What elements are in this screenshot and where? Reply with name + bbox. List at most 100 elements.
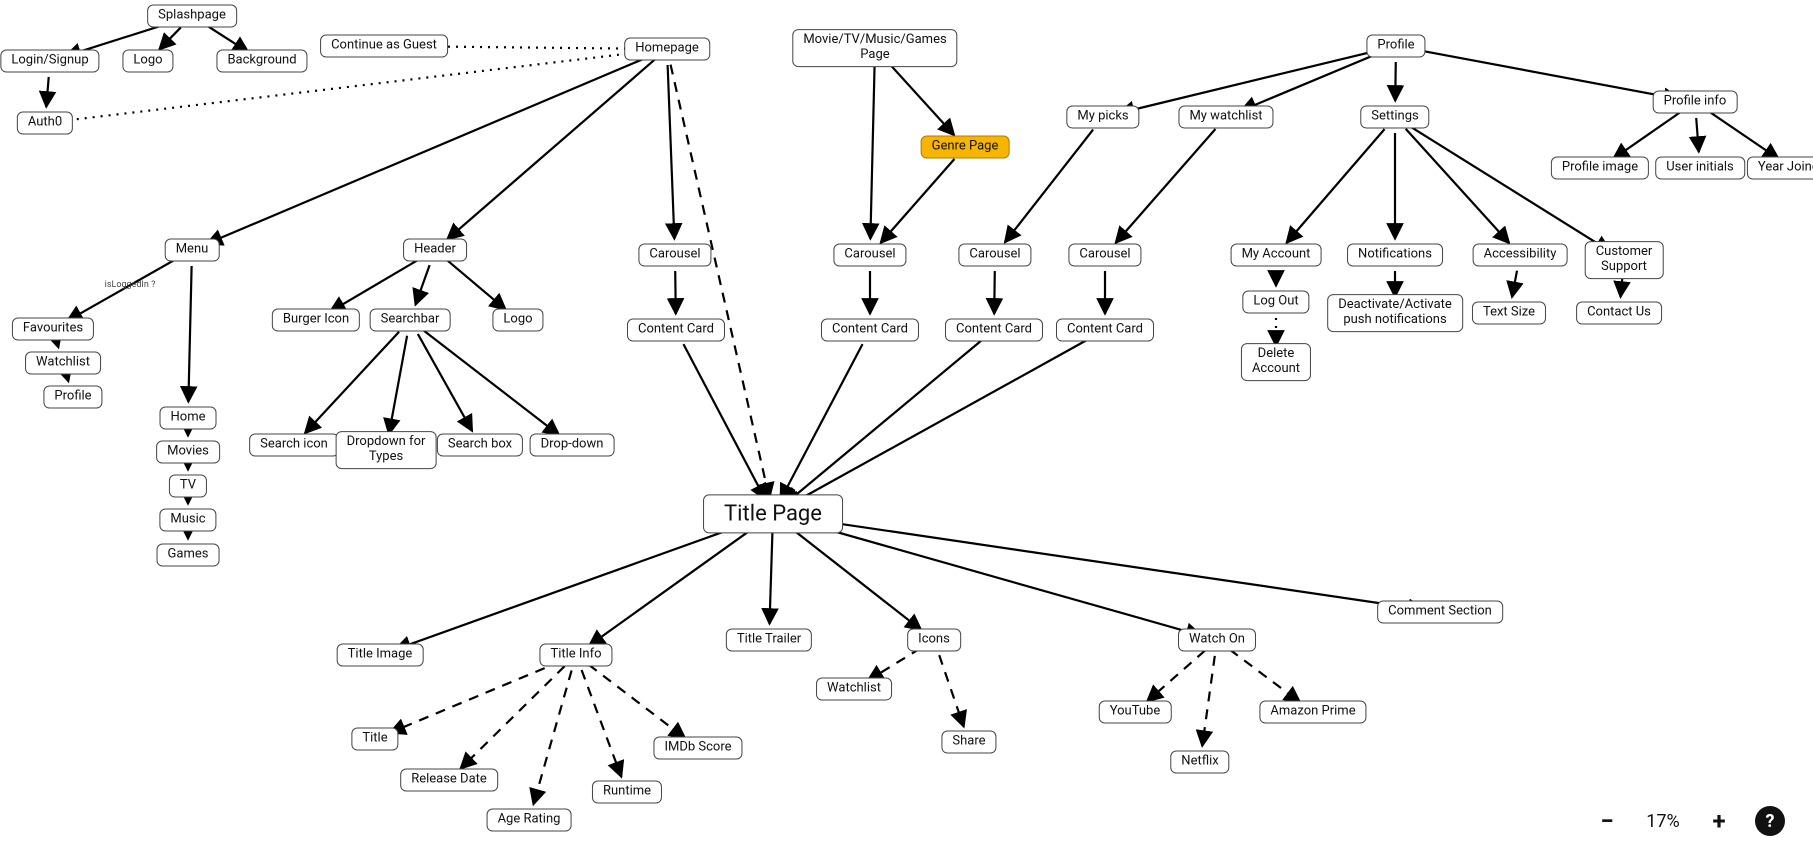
node-titleinfo[interactable]: Title Info <box>539 644 612 667</box>
node-movies[interactable]: Movies <box>156 441 220 464</box>
node-auth0[interactable]: Auth0 <box>17 112 73 135</box>
edge-carousel_picks-to-cc_picks <box>994 271 995 314</box>
node-icons[interactable]: Icons <box>907 629 961 652</box>
edge-settings-to-accessibility <box>1406 129 1510 243</box>
node-logo2[interactable]: Logo <box>492 309 543 332</box>
edge-homepage-to-carousel_home <box>668 65 675 239</box>
edge-profile-to-mypicks <box>1119 50 1381 113</box>
node-profileimg[interactable]: Profile image <box>1551 157 1649 180</box>
edge-splashpage-to-logo1 <box>159 27 181 49</box>
node-mypicks[interactable]: My picks <box>1066 106 1139 129</box>
edge-searchbar-to-searchicon <box>305 332 399 434</box>
node-splashpage[interactable]: Splashpage <box>147 5 237 28</box>
node-releasedate[interactable]: Release Date <box>400 769 498 792</box>
node-home[interactable]: Home <box>160 407 217 430</box>
edge-header-to-burger <box>330 258 421 312</box>
node-title[interactable]: Title <box>351 728 398 751</box>
node-notifications[interactable]: Notifications <box>1347 244 1443 267</box>
node-cc_watch[interactable]: Content Card <box>1056 319 1154 342</box>
node-profileinfo[interactable]: Profile info <box>1653 91 1738 114</box>
node-userinitials[interactable]: User initials <box>1655 157 1745 180</box>
node-imdb[interactable]: IMDb Score <box>653 737 742 760</box>
node-pushnotif[interactable]: Deactivate/Activate push notifications <box>1327 294 1463 332</box>
node-titlepage[interactable]: Title Page <box>703 494 843 533</box>
node-logout[interactable]: Log Out <box>1242 291 1309 314</box>
edge-custsupport-to-contactus <box>1621 276 1623 297</box>
node-login[interactable]: Login/Signup <box>0 50 99 73</box>
node-settings[interactable]: Settings <box>1360 106 1429 129</box>
node-runtime[interactable]: Runtime <box>592 781 662 804</box>
node-myaccount[interactable]: My Account <box>1231 244 1322 267</box>
node-contactus[interactable]: Contact Us <box>1576 302 1662 325</box>
node-yearjoined[interactable]: Year Joined <box>1747 157 1813 180</box>
node-logo1[interactable]: Logo <box>122 50 173 73</box>
node-tv[interactable]: TV <box>169 475 207 498</box>
node-genrepage[interactable]: Genre Page <box>921 136 1010 159</box>
node-titleimage[interactable]: Title Image <box>337 644 424 667</box>
edge-mediapage-to-genrepage <box>886 60 954 135</box>
zoom-out-button[interactable]: − <box>1593 807 1621 835</box>
edge-profile-to-profileinfo <box>1412 49 1680 99</box>
node-watchlist_i[interactable]: Watchlist <box>816 678 892 701</box>
edge-carousel_home-to-cc_home <box>675 271 676 314</box>
node-profile_m[interactable]: Profile <box>43 386 102 409</box>
edge-titleinfo-to-agerating <box>533 670 571 804</box>
edge-mediapage-to-carousel_media <box>870 64 874 239</box>
node-profile[interactable]: Profile <box>1366 35 1425 58</box>
node-searchbox[interactable]: Search box <box>437 434 523 457</box>
edge-favourites-to-watchlist_m <box>58 344 59 347</box>
edge-watchon-to-netflix <box>1202 656 1215 746</box>
edge-header-to-searchbar <box>415 265 429 305</box>
zoom-toolbar: − 17% + ? <box>1589 795 1789 847</box>
node-amazon[interactable]: Amazon Prime <box>1259 701 1366 724</box>
node-commentsect[interactable]: Comment Section <box>1377 601 1503 624</box>
node-agerating[interactable]: Age Rating <box>487 809 572 832</box>
edge-watchon-to-youtube <box>1147 651 1205 702</box>
node-music[interactable]: Music <box>159 509 216 532</box>
node-searchbar[interactable]: Searchbar <box>370 309 451 332</box>
node-background[interactable]: Background <box>216 50 307 73</box>
diagram-canvas[interactable]: isLoggedIn ? SplashpageLogin/SignupLogoB… <box>0 0 1813 847</box>
node-mywatchlist[interactable]: My watchlist <box>1178 106 1273 129</box>
node-custsupport[interactable]: Customer Support <box>1585 241 1664 279</box>
node-favourites[interactable]: Favourites <box>12 318 94 341</box>
node-games[interactable]: Games <box>157 544 220 567</box>
node-share[interactable]: Share <box>941 731 996 754</box>
node-youtube[interactable]: YouTube <box>1099 701 1172 724</box>
edge-watchon-to-amazon <box>1230 650 1300 703</box>
node-cc_picks[interactable]: Content Card <box>945 319 1043 342</box>
node-searchicon[interactable]: Search icon <box>249 434 339 457</box>
node-titletrailer[interactable]: Title Trailer <box>726 629 812 652</box>
node-deleteacct[interactable]: Delete Account <box>1241 343 1311 381</box>
edge-genrepage-to-carousel_media <box>881 159 955 243</box>
edge-titleinfo-to-runtime <box>582 670 622 777</box>
help-button[interactable]: ? <box>1755 806 1785 836</box>
node-burger[interactable]: Burger Icon <box>272 309 360 332</box>
node-carousel_home[interactable]: Carousel <box>638 244 711 267</box>
node-netflix[interactable]: Netflix <box>1170 751 1229 774</box>
node-carousel_watch[interactable]: Carousel <box>1068 244 1141 267</box>
node-dropdown[interactable]: Drop-down <box>530 434 615 457</box>
edge-homepage-to-header <box>447 59 655 239</box>
node-header[interactable]: Header <box>403 239 467 262</box>
node-contguest[interactable]: Continue as Guest <box>320 35 448 58</box>
edge-icons-to-watchlist_i <box>868 648 921 680</box>
node-carousel_media[interactable]: Carousel <box>833 244 906 267</box>
node-textsize[interactable]: Text Size <box>1472 302 1546 325</box>
node-cc_media[interactable]: Content Card <box>821 319 919 342</box>
node-menu[interactable]: Menu <box>165 239 220 262</box>
edge-accessibility-to-textsize <box>1512 271 1517 298</box>
node-cc_home[interactable]: Content Card <box>627 319 725 342</box>
node-accessibility[interactable]: Accessibility <box>1473 244 1568 267</box>
node-watchlist_m[interactable]: Watchlist <box>25 352 101 375</box>
edge-profileinfo-to-profileimg <box>1613 111 1682 159</box>
node-watchon[interactable]: Watch On <box>1178 629 1256 652</box>
node-mediapage[interactable]: Movie/TV/Music/Games Page <box>792 29 957 67</box>
node-carousel_picks[interactable]: Carousel <box>958 244 1031 267</box>
edge-titlepage-to-titleimage <box>395 519 758 649</box>
edge-titleinfo-to-releasedate <box>460 666 564 769</box>
edge-menu-to-home <box>188 266 191 402</box>
node-ddtypes[interactable]: Dropdown for Types <box>336 431 437 469</box>
node-homepage[interactable]: Homepage <box>624 38 710 61</box>
zoom-in-button[interactable]: + <box>1705 807 1733 835</box>
